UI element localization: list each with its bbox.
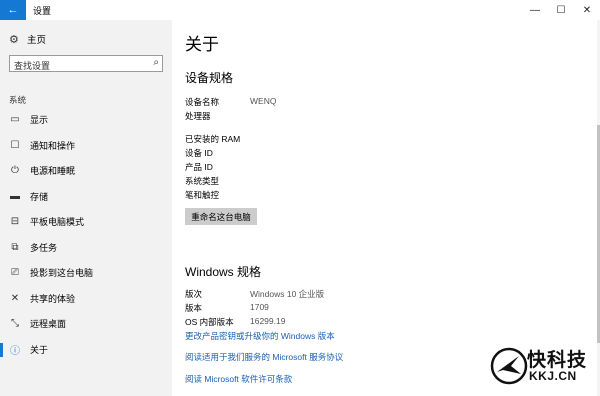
spec-label: 笔和触控 bbox=[185, 190, 220, 200]
windows-spec-heading: Windows 规格 bbox=[185, 265, 262, 279]
change-product-key-link[interactable]: 更改产品密钥或升级你的 Windows 版本 bbox=[185, 330, 335, 342]
spec-label: 版次 bbox=[185, 289, 203, 299]
tablet-icon: ⊟ bbox=[10, 216, 20, 228]
spec-row-edition: 版次 Windows 10 企业版 bbox=[185, 288, 324, 300]
spec-row-device-id: 设备 ID bbox=[185, 147, 250, 159]
spec-row-os-build: OS 内部版本 16299.19 bbox=[185, 316, 285, 328]
spec-label: 设备名称 bbox=[185, 97, 220, 107]
watermark-text: 快科技 bbox=[527, 350, 588, 371]
spec-value: 1709 bbox=[250, 302, 269, 312]
power-icon: ⏻ bbox=[11, 165, 19, 177]
info-icon: ⓘ bbox=[10, 345, 20, 357]
sidebar-item-power[interactable]: ⏻ 电源和睡眠 bbox=[0, 158, 172, 184]
display-icon: ▭ bbox=[10, 114, 20, 126]
spec-row-device-name: 设备名称 WENQ bbox=[185, 96, 276, 108]
section-label-system: 系统 bbox=[9, 95, 27, 105]
sidebar-item-label: 存储 bbox=[30, 191, 49, 202]
spec-label: 设备 ID bbox=[185, 148, 213, 158]
multitasking-icon: ⧉ bbox=[11, 241, 19, 253]
sidebar-item-storage[interactable]: ▬ 存储 bbox=[0, 184, 172, 210]
home-link[interactable]: ⚙ 主页 bbox=[9, 32, 47, 47]
sidebar-item-label: 关于 bbox=[30, 344, 49, 355]
sidebar-nav: ▭ 显示 ☐ 通知和操作 ⏻ 电源和睡眠 ▬ 存储 ⊟ 平板电脑模式 ⧉ 多任务… bbox=[0, 107, 172, 362]
close-icon: ✕ bbox=[582, 4, 592, 16]
maximize-icon: ☐ bbox=[556, 4, 566, 16]
spec-label: 处理器 bbox=[185, 111, 211, 121]
spec-label: 产品 ID bbox=[185, 162, 213, 172]
spec-label: OS 内部版本 bbox=[185, 317, 234, 327]
window-title: 设置 bbox=[33, 6, 52, 16]
sidebar-item-label: 远程桌面 bbox=[30, 319, 67, 330]
spec-value: Windows 10 企业版 bbox=[250, 289, 325, 299]
search-icon[interactable]: ⌕ bbox=[153, 57, 159, 68]
service-agreement-link[interactable]: 阅读适用于我们服务的 Microsoft 服务协议 bbox=[185, 351, 343, 363]
spec-value: 16299.19 bbox=[250, 316, 286, 326]
page-title: 关于 bbox=[185, 35, 219, 54]
device-spec-heading: 设备规格 bbox=[185, 71, 234, 85]
sidebar-item-remote-desktop[interactable]: ⤡ 远程桌面 bbox=[0, 311, 172, 337]
sidebar-item-tablet-mode[interactable]: ⊟ 平板电脑模式 bbox=[0, 209, 172, 235]
sidebar-item-label: 通知和操作 bbox=[30, 140, 76, 151]
sidebar-item-display[interactable]: ▭ 显示 bbox=[0, 107, 172, 133]
search-box: ⌕ bbox=[9, 55, 163, 74]
spec-label: 已安装的 RAM bbox=[185, 134, 241, 144]
sidebar-item-label: 投影到这台电脑 bbox=[30, 268, 94, 279]
watermark-logo-icon bbox=[490, 347, 528, 385]
watermark-subtext: KKJ.CN bbox=[529, 369, 577, 383]
watermark: 快科技 KKJ.CN bbox=[489, 346, 594, 388]
sidebar-item-label: 显示 bbox=[30, 115, 49, 126]
shared-experiences-icon: ✕ bbox=[10, 292, 20, 304]
spec-label: 系统类型 bbox=[185, 176, 220, 186]
projector-icon: ⎚ bbox=[11, 267, 19, 279]
sidebar-item-notifications[interactable]: ☐ 通知和操作 bbox=[0, 133, 172, 159]
sidebar-item-label: 共享的体验 bbox=[30, 293, 76, 304]
license-terms-link[interactable]: 阅读 Microsoft 软件许可条款 bbox=[185, 373, 292, 385]
search-input[interactable] bbox=[10, 58, 144, 74]
minimize-button[interactable]: — bbox=[522, 0, 548, 20]
storage-icon: ▬ bbox=[10, 190, 20, 202]
spec-row-system-type: 系统类型 bbox=[185, 175, 250, 187]
back-arrow-icon: ← bbox=[7, 4, 19, 16]
sidebar-item-about[interactable]: ⓘ 关于 bbox=[0, 337, 172, 363]
remote-desktop-icon: ⤡ bbox=[11, 318, 19, 330]
sidebar: ⚙ 主页 ⌕ 系统 ▭ 显示 ☐ 通知和操作 ⏻ 电源和睡眠 ▬ 存储 ⊟ 平板… bbox=[0, 20, 172, 396]
sidebar-item-shared-experiences[interactable]: ✕ 共享的体验 bbox=[0, 286, 172, 312]
notification-icon: ☐ bbox=[10, 139, 20, 151]
home-label: 主页 bbox=[27, 35, 47, 46]
back-button[interactable]: ← bbox=[0, 0, 26, 20]
maximize-button[interactable]: ☐ bbox=[548, 0, 574, 20]
spec-row-product-id: 产品 ID bbox=[185, 161, 250, 173]
gear-icon: ⚙ bbox=[9, 33, 19, 46]
spec-row-processor: 处理器 bbox=[185, 110, 250, 122]
sidebar-item-label: 电源和睡眠 bbox=[30, 166, 76, 177]
sidebar-item-projecting[interactable]: ⎚ 投影到这台电脑 bbox=[0, 260, 172, 286]
sidebar-item-label: 多任务 bbox=[30, 242, 58, 253]
spec-value: WENQ bbox=[250, 96, 277, 106]
spec-row-ram: 已安装的 RAM bbox=[185, 133, 250, 145]
spec-row-version: 版本 1709 bbox=[185, 302, 269, 314]
rename-pc-button[interactable]: 重命名这台电脑 bbox=[185, 208, 257, 225]
spec-label: 版本 bbox=[185, 303, 203, 313]
close-button[interactable]: ✕ bbox=[574, 0, 600, 20]
minimize-icon: — bbox=[530, 4, 540, 16]
main-content: 关于 设备规格 设备名称 WENQ 处理器 已安装的 RAM 设备 ID 产品 … bbox=[172, 20, 600, 396]
sidebar-item-label: 平板电脑模式 bbox=[30, 217, 85, 228]
spec-row-pen-touch: 笔和触控 bbox=[185, 189, 250, 201]
sidebar-item-multitasking[interactable]: ⧉ 多任务 bbox=[0, 235, 172, 261]
title-bar: ← 设置 — ☐ ✕ bbox=[0, 0, 600, 20]
